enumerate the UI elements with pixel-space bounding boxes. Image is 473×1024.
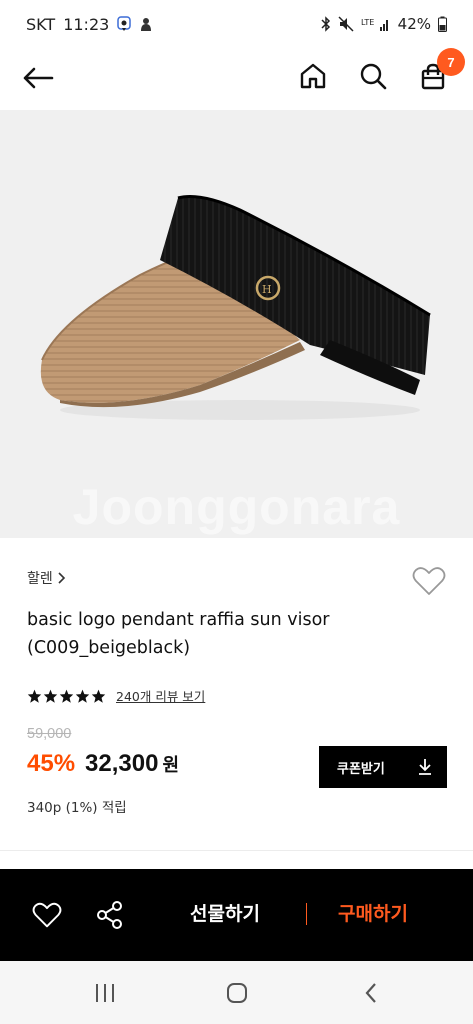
recent-apps-button[interactable] [90, 979, 120, 1007]
mute-icon [338, 16, 354, 32]
back-button[interactable] [18, 60, 58, 96]
download-icon [419, 759, 431, 775]
star-icon [91, 689, 106, 703]
lte-signal-icon: LTE [361, 16, 391, 32]
product-title-line2: (C009_beigeblack) [27, 638, 191, 658]
system-back-icon [365, 983, 376, 1003]
rating-row: 240개 리뷰 보기 [27, 686, 205, 705]
share-icon [97, 901, 122, 929]
coupon-label: 쿠폰받기 [337, 761, 385, 777]
back-arrow-icon [23, 67, 54, 89]
system-home-button[interactable] [222, 979, 252, 1007]
search-button[interactable] [355, 58, 391, 94]
brand-name: 할렌 [27, 571, 53, 587]
wishlist-button[interactable] [411, 564, 447, 598]
watermark: Joonggonara [72, 479, 401, 535]
brand-link[interactable]: 할렌 [27, 568, 67, 588]
heart-icon [32, 902, 62, 928]
star-icon [27, 689, 42, 703]
carrier-label: SKT [26, 14, 56, 34]
sale-price: 32,300 [85, 750, 159, 777]
chevron-right-icon [58, 572, 65, 584]
cart-count-badge: 7 [437, 48, 465, 76]
star-icon [59, 689, 74, 703]
section-divider [0, 850, 473, 851]
star-rating [27, 689, 106, 703]
product-title-line1: basic logo pendant raffia sun visor [27, 610, 330, 630]
top-nav: 7 [0, 48, 473, 110]
star-icon [43, 689, 58, 703]
status-left: SKT 11:23 [26, 15, 153, 34]
bottom-action-bar: 선물하기 구매하기 [0, 869, 473, 961]
svg-text:LTE: LTE [361, 18, 374, 27]
battery-percent: 42% [397, 15, 431, 33]
original-price: 59,000 [27, 726, 72, 742]
action-separator [306, 903, 307, 925]
star-icon [75, 689, 90, 703]
system-nav-bar [0, 961, 473, 1024]
system-home-icon [227, 983, 247, 1003]
system-back-button[interactable] [356, 979, 386, 1007]
sun-visor-illustration: H [40, 195, 431, 420]
notification-app-icon [139, 16, 153, 32]
discount-rate: 45% [27, 750, 76, 777]
buy-button[interactable]: 구매하기 [338, 899, 408, 926]
recent-apps-icon [96, 984, 114, 1002]
price-row: 45% 32,300 원 [27, 750, 179, 778]
status-right: LTE 42% [321, 15, 447, 33]
home-icon [300, 63, 326, 89]
product-image[interactable]: H Joonggonara [0, 110, 473, 538]
currency-label: 원 [162, 755, 180, 775]
nav-actions: 7 [295, 48, 465, 94]
svg-text:H: H [262, 283, 272, 296]
search-icon [360, 63, 387, 90]
share-button[interactable] [92, 897, 128, 933]
review-link[interactable]: 240개 리뷰 보기 [116, 686, 205, 705]
bluetooth-icon [321, 16, 331, 32]
status-bar: SKT 11:23 LTE 42% [0, 0, 473, 48]
coupon-button[interactable]: 쿠폰받기 [319, 746, 447, 788]
location-pin-icon [117, 16, 132, 32]
heart-icon [412, 567, 446, 595]
gift-button[interactable]: 선물하기 [190, 899, 260, 926]
bottom-wishlist-button[interactable] [29, 897, 65, 933]
reward-points: 340p (1%) 적립 [27, 800, 127, 816]
clock: 11:23 [63, 14, 110, 34]
battery-icon [438, 16, 447, 32]
cart-button[interactable]: 7 [415, 48, 465, 94]
product-title: basic logo pendant raffia sun visor (C00… [27, 606, 407, 662]
home-button[interactable] [295, 58, 331, 94]
